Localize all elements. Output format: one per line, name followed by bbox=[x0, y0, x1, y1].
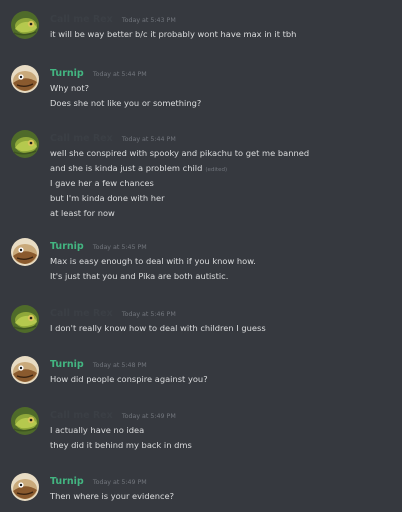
message-content: I actually have no idea they did it behi… bbox=[50, 423, 192, 453]
chameleon-avatar-image bbox=[11, 130, 39, 158]
username[interactable]: Call me Rex bbox=[50, 133, 113, 144]
message-content: well she conspired with spooky and pikac… bbox=[50, 146, 309, 221]
turnip-avatar-image bbox=[11, 473, 39, 501]
message-header: Turnip Today at 5:45 PM bbox=[50, 238, 147, 254]
timestamp: Today at 5:43 PM bbox=[121, 17, 176, 24]
message-line: but I'm kinda done with her bbox=[50, 193, 165, 203]
message-content: Max is easy enough to deal with if you k… bbox=[50, 254, 256, 284]
chameleon-avatar[interactable] bbox=[11, 11, 39, 39]
username[interactable]: Turnip bbox=[50, 241, 84, 252]
username[interactable]: Turnip bbox=[50, 476, 84, 487]
message-line: Does she not like you or something? bbox=[50, 98, 202, 108]
username[interactable]: Turnip bbox=[50, 68, 84, 79]
message-header: Turnip Today at 5:48 PM bbox=[50, 356, 147, 372]
timestamp: Today at 5:45 PM bbox=[92, 244, 147, 251]
chameleon-avatar[interactable] bbox=[11, 130, 39, 158]
message-line: it will be way better b/c it probably wo… bbox=[50, 29, 297, 39]
username[interactable]: Call me Rex bbox=[50, 14, 113, 25]
turnip-avatar-image bbox=[11, 238, 39, 266]
message-content: Then where is your evidence? bbox=[50, 489, 174, 504]
message-line: How did people conspire against you? bbox=[50, 374, 208, 384]
message-content: Why not? Does she not like you or someth… bbox=[50, 81, 201, 111]
turnip-avatar[interactable] bbox=[11, 65, 39, 93]
turnip-avatar-image bbox=[11, 356, 39, 384]
message-line: It's just that you and Pika are both aut… bbox=[50, 271, 229, 281]
message-line: well she conspired with spooky and pikac… bbox=[50, 148, 310, 158]
message-header: Turnip Today at 5:49 PM bbox=[50, 473, 147, 489]
message-line: I don't really know how to deal with chi… bbox=[50, 323, 266, 333]
chameleon-avatar-image bbox=[11, 407, 39, 435]
message-content: I don't really know how to deal with chi… bbox=[50, 321, 266, 336]
message-line: Why not? bbox=[50, 83, 90, 93]
message-line: I actually have no idea bbox=[50, 425, 145, 435]
username[interactable]: Call me Rex bbox=[50, 410, 113, 421]
timestamp: Today at 5:48 PM bbox=[92, 362, 147, 369]
chat-messages: Call me Rex Today at 5:43 PM it will be … bbox=[0, 0, 402, 512]
message-line-text: and she is kinda just a problem child bbox=[50, 163, 203, 173]
message-header: Call me Rex Today at 5:43 PM bbox=[50, 11, 176, 27]
message-line: they did it behind my back in dms bbox=[50, 440, 192, 450]
timestamp: Today at 5:44 PM bbox=[121, 136, 176, 143]
timestamp: Today at 5:49 PM bbox=[121, 413, 176, 420]
turnip-avatar[interactable] bbox=[11, 473, 39, 501]
username[interactable]: Turnip bbox=[50, 359, 84, 370]
turnip-avatar-image bbox=[11, 65, 39, 93]
message-header: Call me Rex Today at 5:49 PM bbox=[50, 407, 176, 423]
timestamp: Today at 5:44 PM bbox=[92, 71, 147, 78]
message-line: at least for now bbox=[50, 208, 115, 218]
timestamp: Today at 5:46 PM bbox=[121, 311, 176, 318]
message-line: and she is kinda just a problem child (ed… bbox=[50, 161, 309, 176]
turnip-avatar[interactable] bbox=[11, 238, 39, 266]
message-content: it will be way better b/c it probably wo… bbox=[50, 27, 296, 42]
chameleon-avatar[interactable] bbox=[11, 305, 39, 333]
message-line: Max is easy enough to deal with if you k… bbox=[50, 256, 256, 266]
edited-label: (edited) bbox=[205, 167, 228, 173]
turnip-avatar[interactable] bbox=[11, 356, 39, 384]
timestamp: Today at 5:49 PM bbox=[92, 479, 147, 486]
message-line: Then where is your evidence? bbox=[50, 491, 175, 501]
message-content: How did people conspire against you? bbox=[50, 372, 208, 387]
chameleon-avatar[interactable] bbox=[11, 407, 39, 435]
chameleon-avatar-image bbox=[11, 305, 39, 333]
message-header: Call me Rex Today at 5:44 PM bbox=[50, 130, 176, 146]
chameleon-avatar-image bbox=[11, 11, 39, 39]
message-header: Turnip Today at 5:44 PM bbox=[50, 65, 147, 81]
message-line: I gave her a few chances bbox=[50, 178, 154, 188]
username[interactable]: Call me Rex bbox=[50, 308, 113, 319]
message-header: Call me Rex Today at 5:46 PM bbox=[50, 305, 176, 321]
